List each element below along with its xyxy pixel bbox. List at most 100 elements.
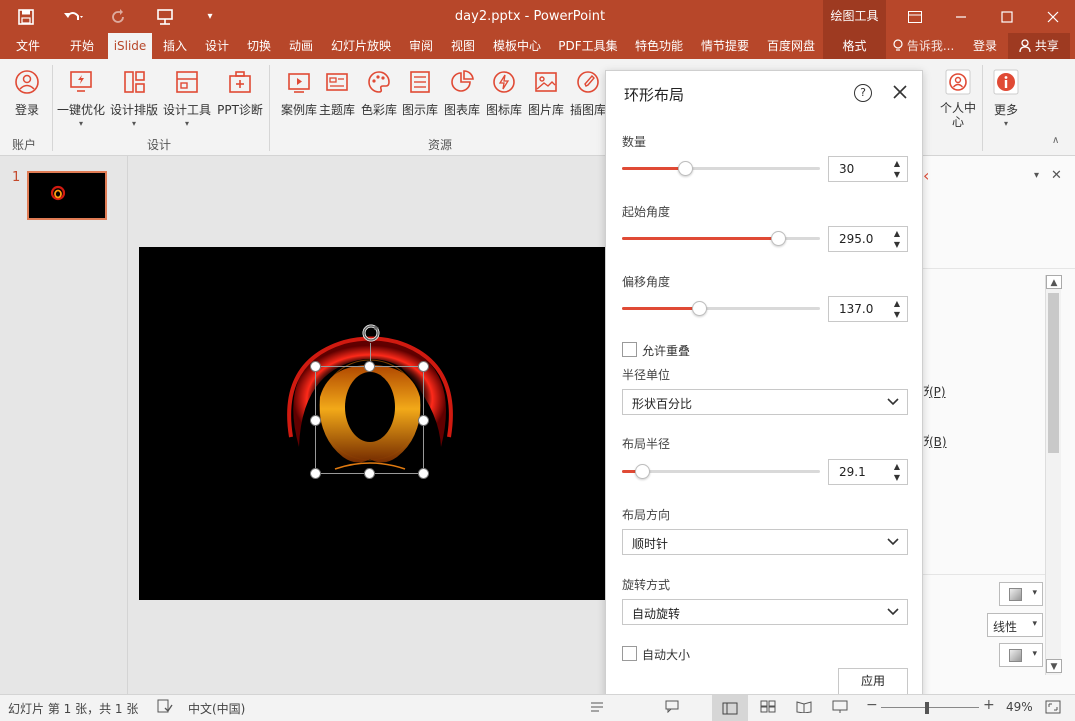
- auto-size-checkbox[interactable]: [622, 646, 637, 661]
- zoom-out-icon[interactable]: −: [866, 697, 878, 713]
- tab-slideshow[interactable]: 幻灯片放映: [324, 33, 398, 59]
- layout-radius-spinner[interactable]: ▲ ▼: [828, 459, 908, 485]
- tab-pdf-tools[interactable]: PDF工具集: [552, 33, 624, 59]
- tab-home[interactable]: 开始: [62, 33, 102, 59]
- slider-knob[interactable]: [771, 231, 786, 246]
- tab-islide[interactable]: iSlide: [108, 33, 152, 59]
- tab-view[interactable]: 视图: [444, 33, 482, 59]
- zoom-slider[interactable]: [881, 707, 979, 708]
- start-angle-input[interactable]: [829, 227, 887, 251]
- slide-sorter-icon[interactable]: [760, 700, 776, 716]
- rotation-select[interactable]: 自动旋转: [622, 599, 908, 625]
- count-input[interactable]: [829, 157, 887, 181]
- personal-center-button[interactable]: 个人中心: [932, 67, 984, 129]
- present-icon[interactable]: [150, 0, 180, 33]
- allow-overlap-checkbox[interactable]: [622, 342, 637, 357]
- customize-icon[interactable]: ▾: [196, 0, 224, 33]
- scrollbar-thumb[interactable]: [1048, 293, 1059, 453]
- tab-animations[interactable]: 动画: [282, 33, 320, 59]
- selection-box[interactable]: [315, 366, 424, 474]
- resize-handle[interactable]: [364, 361, 375, 372]
- notes-icon[interactable]: [590, 699, 604, 716]
- auto-size-label[interactable]: 自动大小: [642, 646, 690, 663]
- comments-icon[interactable]: [665, 699, 679, 716]
- pane-close-icon[interactable]: ✕: [1051, 168, 1062, 183]
- tab-format[interactable]: 格式: [823, 33, 886, 59]
- collapse-ribbon-icon[interactable]: ∧: [1052, 135, 1059, 146]
- minimize-icon[interactable]: [938, 0, 984, 33]
- offset-angle-spinner[interactable]: ▲ ▼: [828, 296, 908, 322]
- apply-button[interactable]: 应用: [838, 668, 908, 695]
- sign-in-link[interactable]: 登录: [966, 33, 1004, 59]
- scroll-up-icon[interactable]: ▲: [1046, 275, 1062, 289]
- design-layout-button[interactable]: 设计排版 ▾: [107, 67, 161, 129]
- help-icon[interactable]: ?: [854, 84, 872, 102]
- tab-storyboard[interactable]: 情节提要: [694, 33, 756, 59]
- share-button[interactable]: 共享: [1008, 33, 1070, 59]
- layout-radius-input[interactable]: [829, 460, 887, 484]
- radius-unit-select[interactable]: 形状百分比: [622, 389, 908, 415]
- tab-features[interactable]: 特色功能: [628, 33, 690, 59]
- count-spinner[interactable]: ▲ ▼: [828, 156, 908, 182]
- redo-icon[interactable]: [104, 0, 132, 33]
- spin-up-icon[interactable]: ▲: [891, 461, 903, 472]
- undo-icon[interactable]: [56, 0, 92, 33]
- resize-handle[interactable]: [310, 361, 321, 372]
- rotate-handle-icon[interactable]: [360, 322, 382, 344]
- slide-count-status[interactable]: 幻灯片 第 1 张，共 1 张: [8, 700, 138, 717]
- close-icon[interactable]: [1030, 0, 1075, 33]
- gradient-type-dropdown[interactable]: 线性 ▾: [987, 613, 1043, 637]
- resize-handle[interactable]: [418, 361, 429, 372]
- spin-down-icon[interactable]: ▼: [891, 309, 903, 320]
- zoom-in-icon[interactable]: +: [983, 697, 995, 713]
- slide-thumbnail[interactable]: [27, 171, 107, 220]
- tab-review[interactable]: 审阅: [402, 33, 440, 59]
- zoom-slider-thumb[interactable]: [925, 702, 929, 714]
- start-angle-spinner[interactable]: ▲ ▼: [828, 226, 908, 252]
- resize-handle[interactable]: [310, 415, 321, 426]
- tab-baidu-netdisk[interactable]: 百度网盘: [760, 33, 822, 59]
- slide-canvas[interactable]: [139, 247, 609, 600]
- spin-down-icon[interactable]: ▼: [891, 169, 903, 180]
- spin-up-icon[interactable]: ▲: [891, 158, 903, 169]
- reading-view-icon[interactable]: [796, 700, 812, 716]
- ribbon-display-icon[interactable]: [892, 0, 938, 33]
- save-icon[interactable]: [12, 0, 40, 33]
- scroll-down-icon[interactable]: ▼: [1046, 659, 1062, 673]
- spin-up-icon[interactable]: ▲: [891, 298, 903, 309]
- slider-knob[interactable]: [678, 161, 693, 176]
- offset-angle-slider[interactable]: [622, 300, 820, 316]
- resize-handle[interactable]: [310, 468, 321, 479]
- tab-template-center[interactable]: 模板中心: [486, 33, 548, 59]
- more-button[interactable]: 更多 ▾: [986, 67, 1026, 129]
- normal-view-icon[interactable]: [712, 695, 748, 721]
- slider-knob[interactable]: [635, 464, 650, 479]
- slider-knob[interactable]: [692, 301, 707, 316]
- option-hotkey-b[interactable]: 充(B): [923, 432, 947, 449]
- resize-handle[interactable]: [364, 468, 375, 479]
- tab-design[interactable]: 设计: [198, 33, 236, 59]
- spin-down-icon[interactable]: ▼: [891, 472, 903, 483]
- login-button[interactable]: 登录: [0, 67, 54, 129]
- allow-overlap-label[interactable]: 允许重叠: [642, 342, 690, 359]
- count-slider[interactable]: [622, 160, 820, 176]
- ppt-diagnose-button[interactable]: PPT诊断: [213, 67, 267, 129]
- pane-options-icon[interactable]: ▾: [1034, 170, 1039, 181]
- spellcheck-icon[interactable]: [157, 699, 173, 716]
- one-click-optimize-button[interactable]: 一键优化 ▾: [54, 67, 108, 129]
- spin-up-icon[interactable]: ▲: [891, 228, 903, 239]
- dialog-close-icon[interactable]: [890, 81, 910, 103]
- design-tools-button[interactable]: 设计工具 ▾: [160, 67, 214, 129]
- slideshow-view-icon[interactable]: [832, 700, 848, 716]
- spin-down-icon[interactable]: ▼: [891, 239, 903, 250]
- tell-me-box[interactable]: 告诉我...: [893, 33, 963, 59]
- option-hotkey-p[interactable]: 充(P): [923, 382, 946, 399]
- direction-dropdown[interactable]: ▾: [999, 643, 1043, 667]
- language-status[interactable]: 中文(中国): [188, 700, 245, 717]
- start-angle-slider[interactable]: [622, 230, 820, 246]
- fit-to-window-icon[interactable]: [1045, 700, 1061, 717]
- maximize-icon[interactable]: [984, 0, 1030, 33]
- offset-angle-input[interactable]: [829, 297, 887, 321]
- color-dropdown[interactable]: ▾: [999, 582, 1043, 606]
- format-pane-scrollbar[interactable]: ▲ ▼: [1045, 275, 1062, 675]
